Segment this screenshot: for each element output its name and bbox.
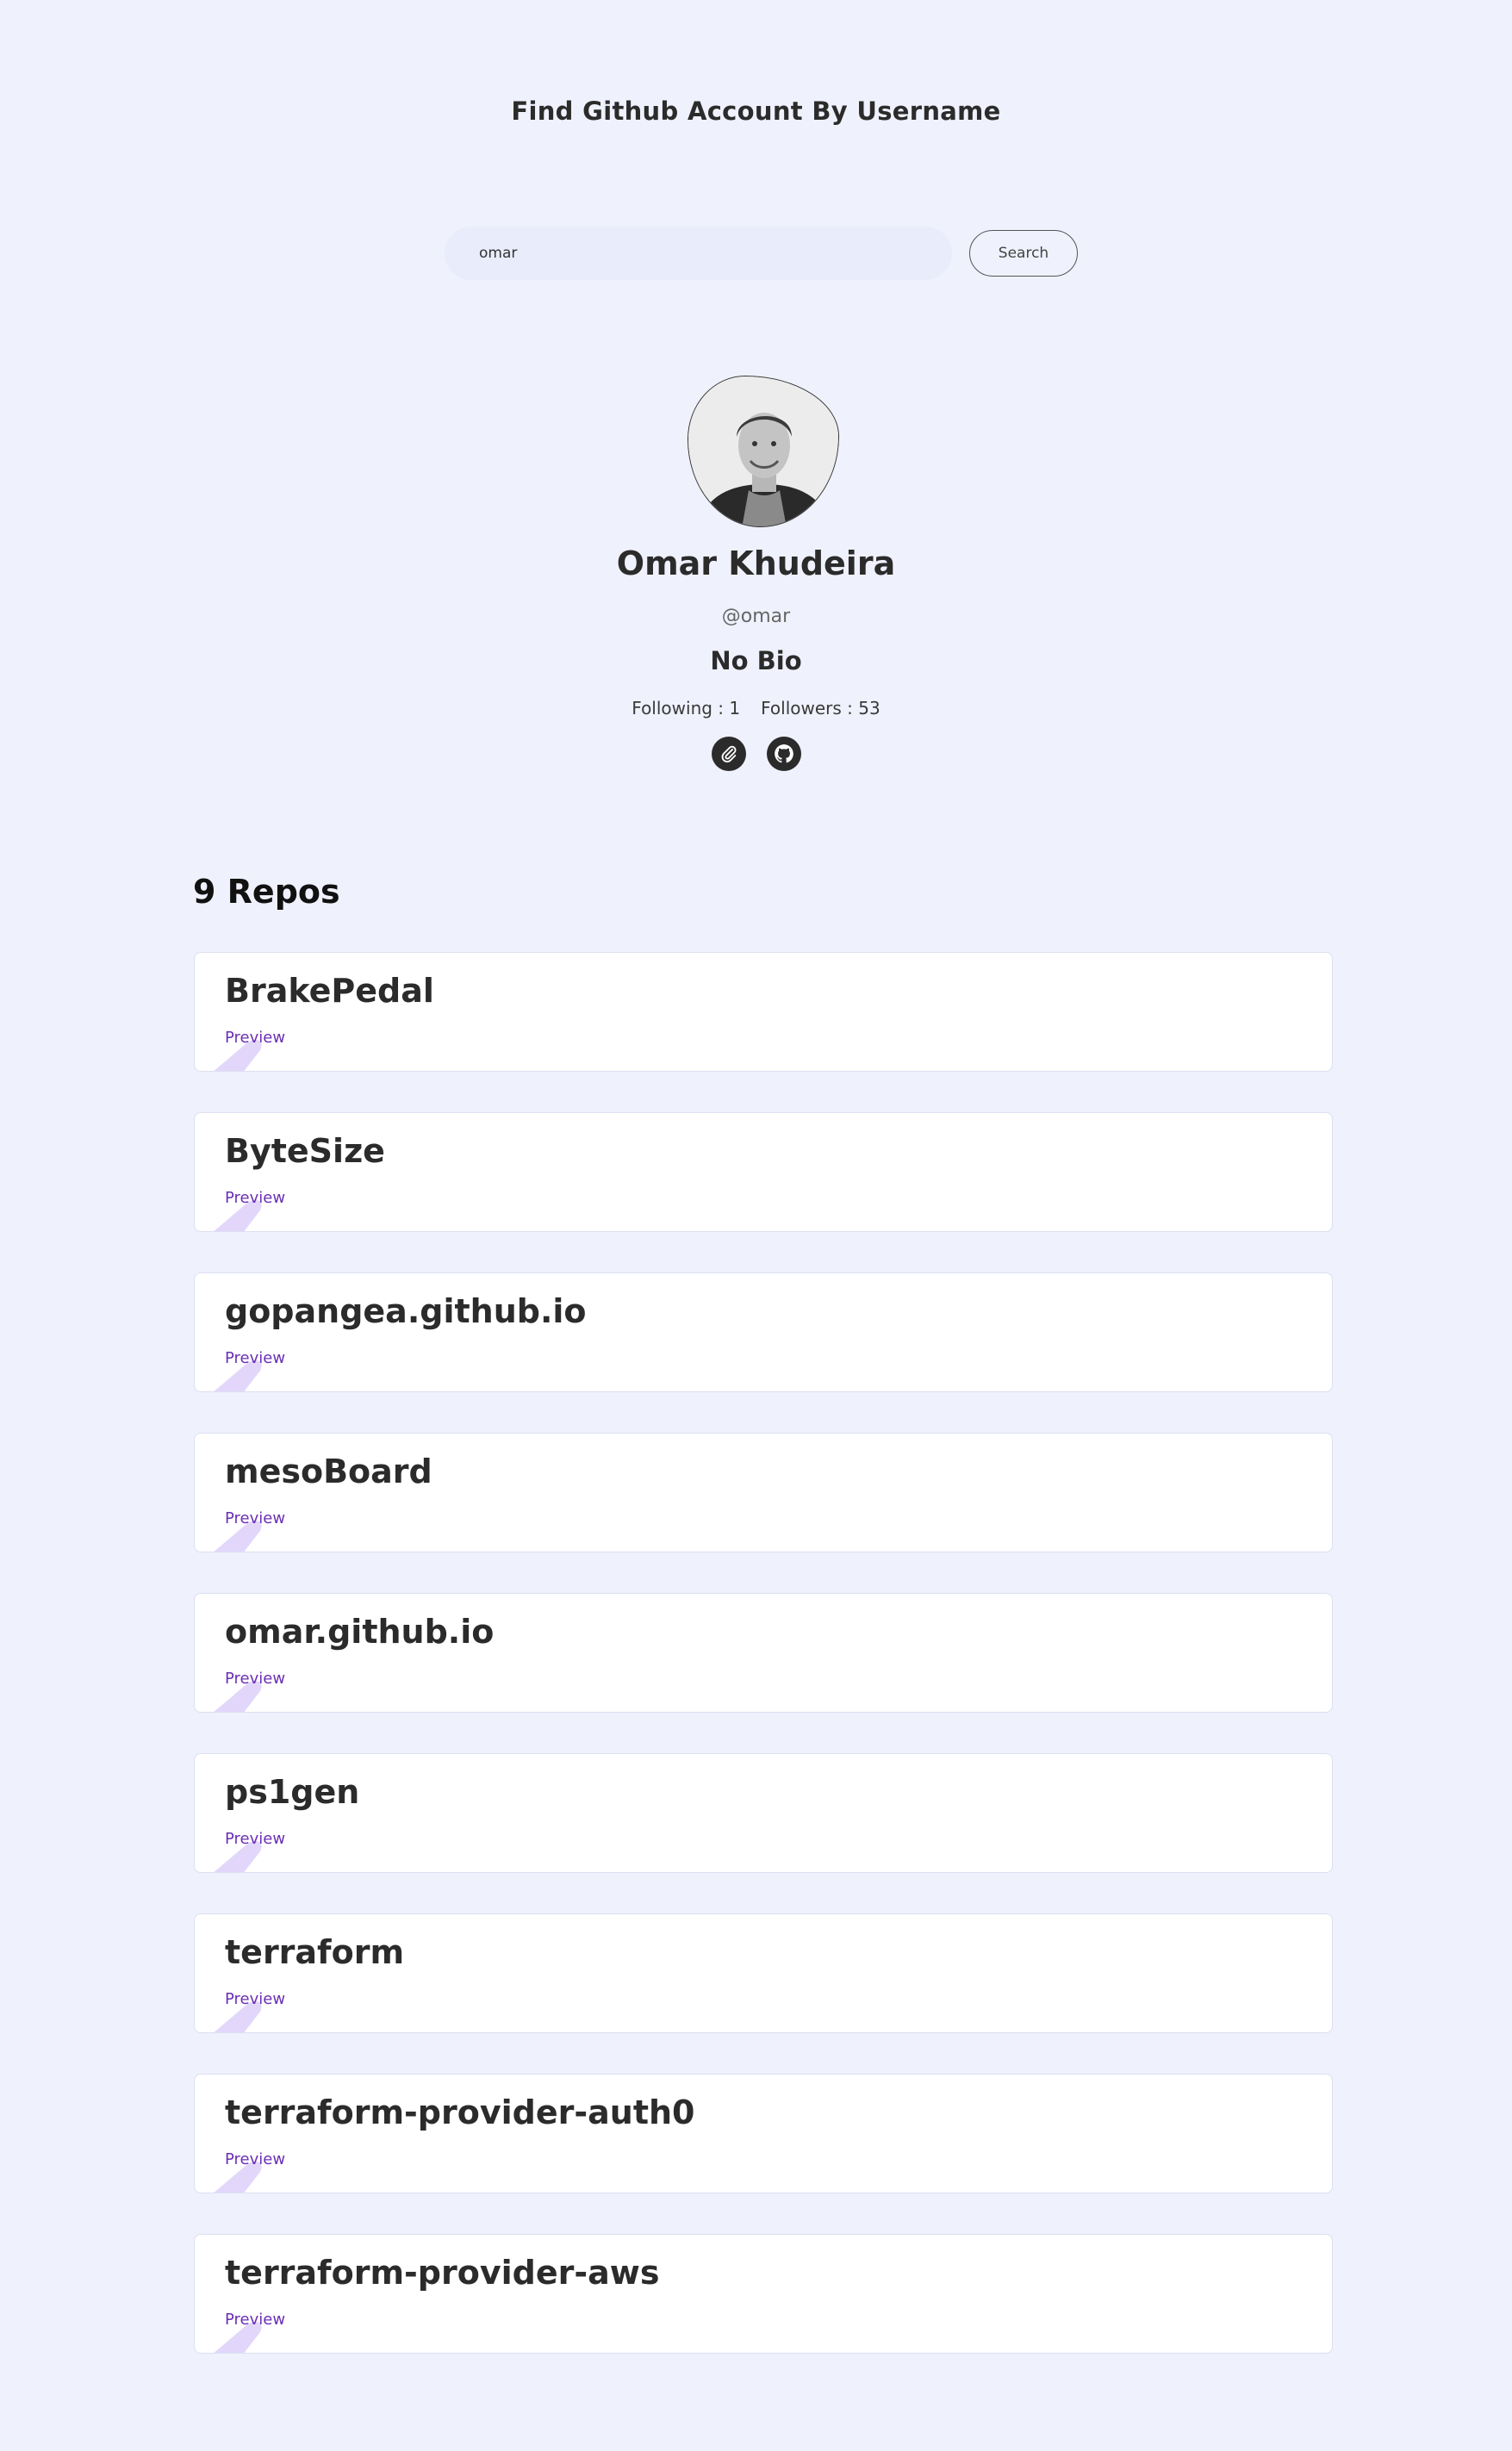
repo-preview-link[interactable]: Preview [225,1830,285,1848]
repos-heading: 9 Repos [193,873,340,911]
repo-preview-link[interactable]: Preview [225,2150,285,2168]
repo-name: gopangea.github.io [225,1292,587,1330]
repo-name: ByteSize [225,1132,385,1170]
profile-handle: @omar [721,606,791,627]
repo-card: ps1gen Preview [194,1753,1333,1873]
search-button[interactable]: Search [969,230,1078,277]
website-link-button[interactable] [711,737,746,771]
repo-name: terraform [225,1933,405,1971]
repo-card: terraform-provider-aws Preview [194,2234,1333,2354]
search-bar[interactable] [445,227,952,280]
repo-card: mesoBoard Preview [194,1433,1333,1552]
repo-name: terraform-provider-aws [225,2254,660,2292]
paperclip-icon [721,745,736,762]
profile-links [0,737,1512,771]
repo-preview-link[interactable]: Preview [225,1509,285,1527]
repo-name: terraform-provider-auth0 [225,2093,695,2131]
repo-list: BrakePedal Preview ByteSize Preview gopa… [194,952,1333,2394]
repo-card: omar.github.io Preview [194,1593,1333,1713]
repo-preview-link[interactable]: Preview [225,2311,285,2329]
repo-name: omar.github.io [225,1613,495,1651]
search-input[interactable] [479,245,918,262]
following-count: Following : 1 [632,698,741,719]
repo-preview-link[interactable]: Preview [225,1990,285,2008]
avatar-photo [688,376,838,526]
repo-card: BrakePedal Preview [194,952,1333,1072]
repo-card: terraform-provider-auth0 Preview [194,2074,1333,2193]
profile-stats: Following : 1 Followers : 53 [0,698,1512,719]
repo-card: gopangea.github.io Preview [194,1272,1333,1392]
repo-preview-link[interactable]: Preview [225,1189,285,1207]
repo-preview-link[interactable]: Preview [225,1670,285,1688]
avatar [688,376,839,527]
page-title: Find Github Account By Username [511,96,1001,126]
repo-name: BrakePedal [225,972,434,1010]
repo-card: ByteSize Preview [194,1112,1333,1232]
profile-name: Omar Khudeira [616,544,896,582]
github-icon [774,744,793,763]
repo-preview-link[interactable]: Preview [225,1029,285,1047]
github-link-button[interactable] [766,737,801,771]
repo-card: terraform Preview [194,1913,1333,2033]
repo-preview-link[interactable]: Preview [225,1349,285,1367]
repo-name: mesoBoard [225,1453,432,1490]
followers-count: Followers : 53 [761,698,880,719]
profile-bio: No Bio [710,646,802,675]
repo-name: ps1gen [225,1773,360,1811]
